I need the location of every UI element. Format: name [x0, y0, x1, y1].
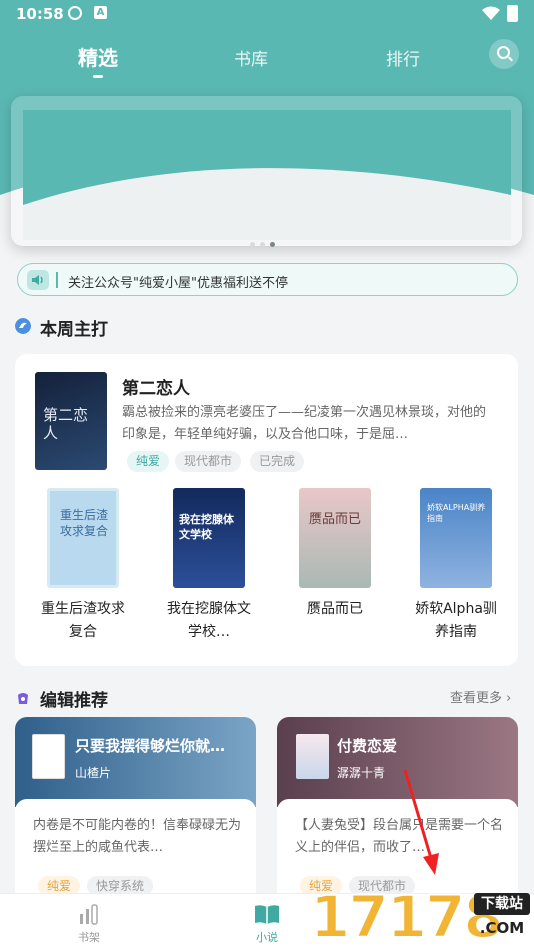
- featured-title[interactable]: 第二恋人: [122, 374, 190, 399]
- wifi-icon: [482, 6, 500, 20]
- book-item[interactable]: 我在挖腺体文学校 我在挖腺体文学校…: [167, 488, 251, 644]
- book-cover: 我在挖腺体文学校: [173, 488, 245, 588]
- notice-text: 关注公众号"纯爱小屋"优惠福利送不停: [68, 276, 288, 291]
- banner-dot: [260, 242, 265, 247]
- featured-tag: 纯爱: [127, 451, 170, 472]
- book-item[interactable]: 重生后渣攻求复合 重生后渣攻求复合: [41, 488, 125, 644]
- tab-featured[interactable]: 精选: [78, 42, 118, 71]
- battery-icon: [507, 5, 518, 22]
- section-title-editor: 编辑推荐: [40, 691, 108, 711]
- watermark-logo: 17178 下载站 .COM: [309, 884, 534, 950]
- search-button[interactable]: [489, 39, 519, 69]
- sync-icon: [68, 6, 82, 20]
- banner-dots: [250, 232, 280, 251]
- notice-bar[interactable]: 关注公众号"纯爱小屋"优惠福利送不停: [17, 263, 518, 296]
- watermark-badge: 下载站: [474, 893, 530, 915]
- notification-icon: A: [94, 6, 107, 19]
- nav-label: 小说: [256, 931, 278, 944]
- book-cover: 娇软ALPHA驯养指南: [420, 488, 492, 588]
- nav-novel[interactable]: 小说: [237, 902, 297, 945]
- banner-dot: [250, 242, 255, 247]
- featured-tag: 现代都市: [175, 451, 242, 472]
- status-time: 10:58: [16, 5, 64, 23]
- watermark-domain: .COM: [479, 919, 525, 937]
- see-more-link[interactable]: 查看更多 ›: [450, 687, 511, 706]
- nav-label: 书架: [78, 931, 100, 944]
- recommend-description: 内卷是不可能内卷的！信奉碌碌无为摆烂至上的咸鱼代表…: [33, 818, 242, 855]
- weekly-card: 第二恋人 第二恋人 霸总被捡来的漂亮老婆压了——纪凌第一次遇见林景琰，对他的印象…: [15, 354, 518, 666]
- open-book-icon: [237, 902, 297, 926]
- tab-library[interactable]: 书库: [234, 45, 268, 70]
- book-item[interactable]: 赝品而已 赝品而已: [294, 488, 376, 621]
- chevron-right-icon: ›: [506, 691, 512, 706]
- book-cover: 重生后渣攻求复合: [47, 488, 119, 588]
- status-bar: 10:58 A: [0, 0, 534, 28]
- book-title: 重生后渣攻求复合: [41, 601, 125, 640]
- recommend-card[interactable]: 只要我摆得够烂你就… 山楂片 内卷是不可能内卷的！信奉碌碌无为摆烂至上的咸鱼代表…: [15, 717, 256, 902]
- recommend-title: 只要我摆得够烂你就…: [75, 737, 226, 755]
- section-title-weekly: 本周主打: [40, 320, 108, 340]
- book-item[interactable]: 娇软ALPHA驯养指南 娇软Alpha驯养指南: [415, 488, 497, 644]
- tab-indicator: [93, 75, 103, 78]
- speaker-icon: [27, 270, 49, 290]
- book-title: 我在挖腺体文学校…: [167, 601, 251, 640]
- tab-ranking[interactable]: 排行: [386, 45, 420, 70]
- banner-dot-active: [270, 242, 275, 247]
- featured-cover[interactable]: 第二恋人: [35, 372, 107, 470]
- book-title: 娇软Alpha驯养指南: [415, 601, 497, 640]
- fire-icon: [15, 318, 31, 334]
- book-title: 赝品而已: [307, 601, 363, 617]
- banner-wave: [23, 168, 511, 240]
- top-tabs: 精选 书库 排行: [0, 40, 534, 80]
- bag-icon: [18, 693, 28, 704]
- nav-bookshelf[interactable]: 书架: [59, 902, 119, 945]
- book-cover: 赝品而已: [299, 488, 371, 588]
- recommend-thumbnail: [32, 734, 65, 779]
- featured-tag: 已完成: [250, 451, 305, 472]
- banner-image[interactable]: [23, 110, 511, 240]
- recommend-author: 山楂片: [75, 766, 112, 780]
- annotation-arrow: [403, 769, 439, 875]
- featured-description: 霸总被捡来的漂亮老婆压了——纪凌第一次遇见林景琰，对他的印象是，年轻单纯好骗，以…: [122, 405, 487, 442]
- recommend-title: 付费恋爱: [337, 737, 398, 755]
- recommend-thumbnail: [296, 734, 329, 779]
- recommend-author: 潺潺十青: [337, 766, 386, 780]
- bookshelf-icon: [59, 902, 119, 926]
